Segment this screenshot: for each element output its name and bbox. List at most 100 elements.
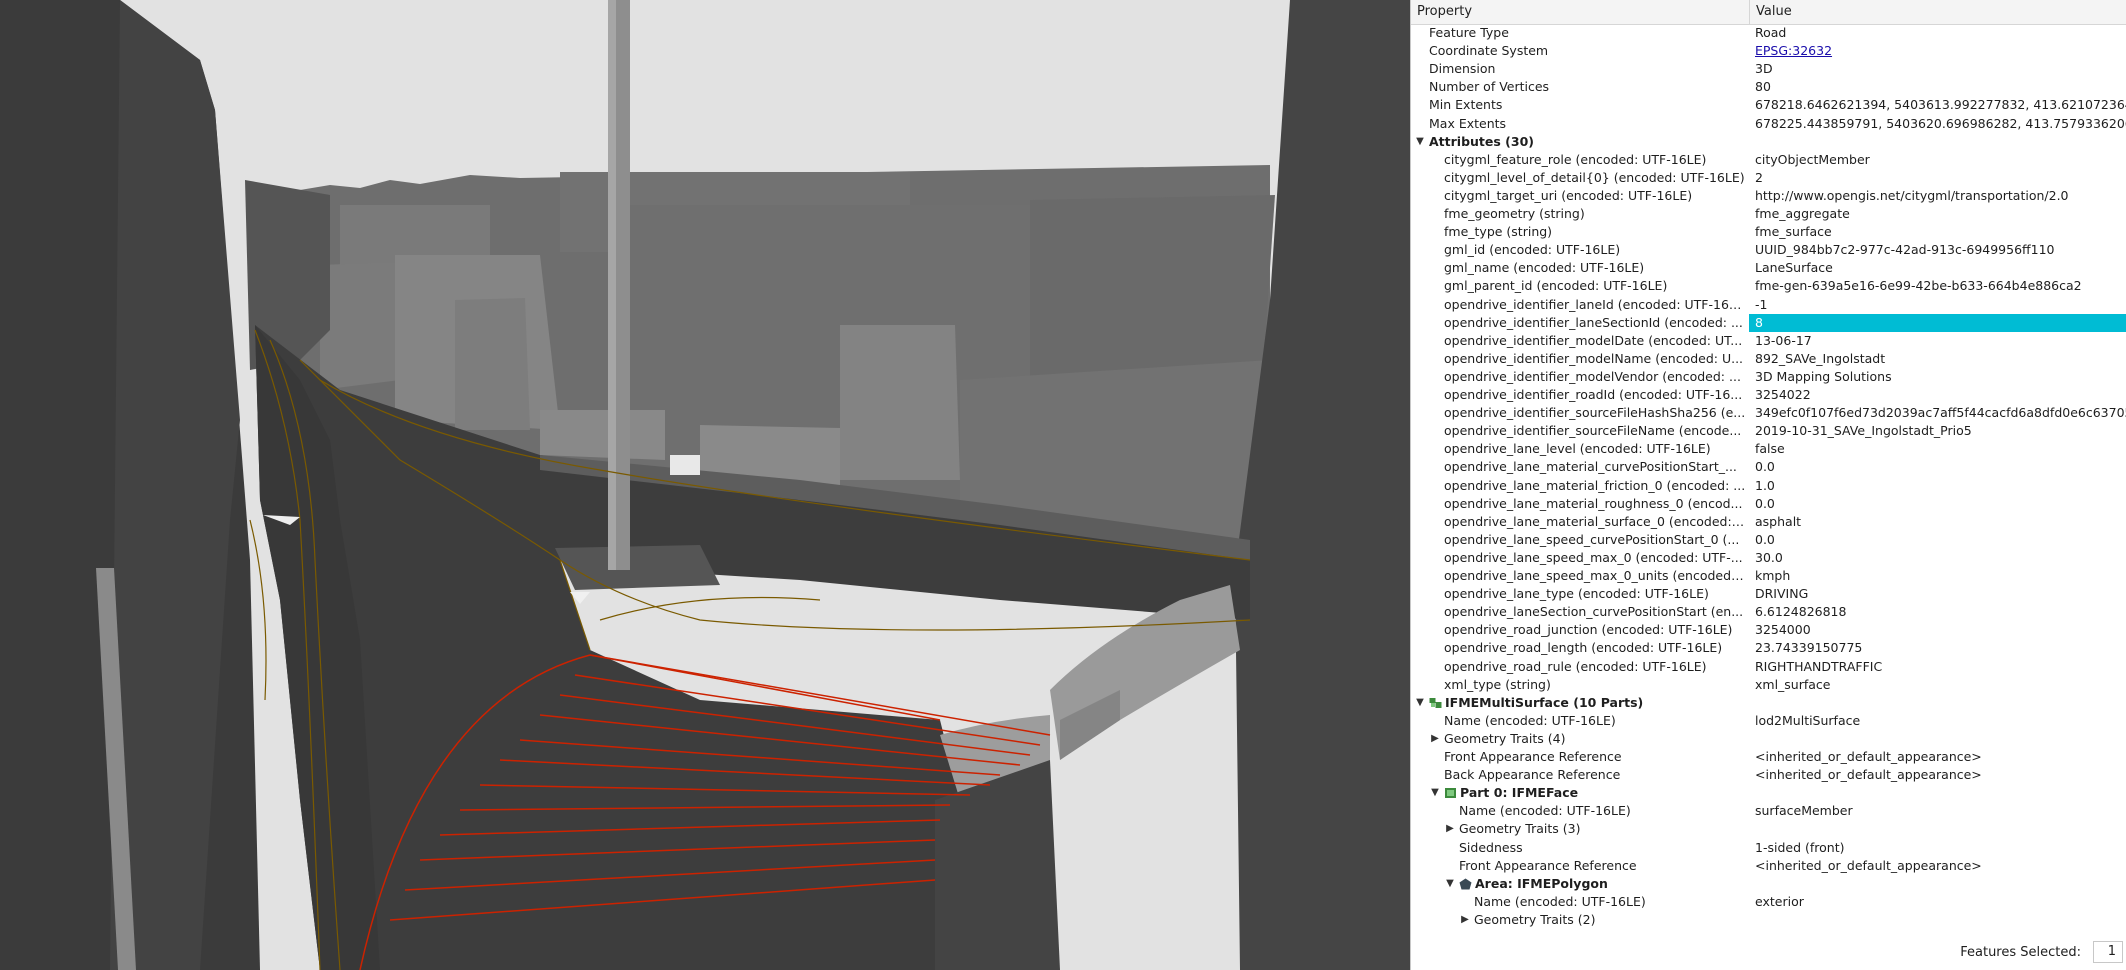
collapse-arrow-icon[interactable]: ▼: [1444, 875, 1456, 893]
tree-row[interactable]: opendrive_lane_level (encoded: UTF-16LE)…: [1411, 440, 2126, 458]
property-name: opendrive_lane_material_roughness_0 (enc…: [1444, 495, 1743, 511]
features-selected-label: Features Selected:: [1960, 945, 2081, 960]
collapse-arrow-icon[interactable]: ▼: [1414, 133, 1426, 151]
polygon-icon: [1459, 878, 1472, 890]
tree-row[interactable]: ▼ Attributes (30): [1411, 133, 2126, 151]
tree-row[interactable]: Max Extents 678225.443859791, 5403620.696…: [1411, 115, 2126, 133]
property-name: opendrive_identifier_modelDate (encoded:…: [1444, 332, 1743, 348]
property-value: 892_SAVe_Ingolstadt: [1755, 350, 1886, 366]
tree-row[interactable]: opendrive_laneSection_curvePositionStart…: [1411, 603, 2126, 621]
tree-row[interactable]: opendrive_lane_type (encoded: UTF-16LE) D…: [1411, 585, 2126, 603]
property-value: 2: [1755, 169, 1763, 185]
collapse-arrow-icon[interactable]: ▼: [1414, 694, 1426, 712]
property-name: opendrive_identifier_modelName (encoded:…: [1444, 350, 1744, 366]
tree-row[interactable]: ▼ IFMEMultiSurface (10 Parts): [1411, 694, 2126, 712]
property-name: Attributes (30): [1429, 133, 1534, 149]
tree-row[interactable]: opendrive_identifier_sourceFileHashSha25…: [1411, 404, 2126, 422]
tree-row[interactable]: Dimension 3D: [1411, 60, 2126, 78]
expand-arrow-icon[interactable]: ▶: [1429, 730, 1441, 748]
tree-row[interactable]: Front Appearance Reference <inherited_or_…: [1411, 748, 2126, 766]
collapse-arrow-icon[interactable]: ▼: [1429, 784, 1441, 802]
expand-arrow-icon[interactable]: ▶: [1459, 911, 1471, 929]
tree-row[interactable]: gml_parent_id (encoded: UTF-16LE) fme-gen…: [1411, 277, 2126, 295]
tree-row[interactable]: opendrive_identifier_laneSectionId (enco…: [1411, 313, 2126, 332]
property-name: fme_geometry (string): [1444, 206, 1585, 221]
property-name: Area: IFMEPolygon: [1475, 875, 1608, 891]
tree-row[interactable]: opendrive_lane_speed_max_0_units (encode…: [1411, 567, 2126, 585]
tree-row[interactable]: opendrive_lane_material_surface_0 (encod…: [1411, 513, 2126, 531]
property-value: <inherited_or_default_appearance>: [1755, 857, 1982, 873]
tree-row[interactable]: opendrive_lane_material_friction_0 (enco…: [1411, 477, 2126, 495]
tree-row[interactable]: opendrive_lane_material_roughness_0 (enc…: [1411, 495, 2126, 513]
property-name: Dimension: [1429, 61, 1496, 77]
tree-row[interactable]: opendrive_road_junction (encoded: UTF-16…: [1411, 621, 2126, 639]
value-column-header[interactable]: Value: [1749, 0, 2126, 24]
property-value: 0.0: [1755, 495, 1775, 511]
tree-row[interactable]: Number of Vertices 80: [1411, 78, 2126, 96]
tree-row[interactable]: Min Extents 678218.6462621394, 5403613.99…: [1411, 96, 2126, 114]
property-name: Geometry Traits (4): [1444, 730, 1566, 746]
property-name: opendrive_identifier_laneId (encoded: UT…: [1444, 296, 1747, 312]
tree-row[interactable]: gml_id (encoded: UTF-16LE) UUID_984bb7c2-…: [1411, 241, 2126, 259]
tree-row[interactable]: opendrive_lane_material_curvePositionSta…: [1411, 458, 2126, 476]
tree-row[interactable]: citygml_level_of_detail{0} (encoded: UTF…: [1411, 169, 2126, 187]
property-value: LaneSurface: [1755, 260, 1833, 276]
tree-row[interactable]: xml_type (string) xml_surface: [1411, 676, 2126, 694]
tree-row[interactable]: fme_geometry (string) fme_aggregate: [1411, 205, 2126, 223]
tree-row[interactable]: Name (encoded: UTF-16LE) lod2MultiSurface: [1411, 712, 2126, 730]
property-name: opendrive_lane_level (encoded: UTF-16LE): [1444, 441, 1711, 457]
tree-row[interactable]: opendrive_lane_speed_curvePositionStart_…: [1411, 531, 2126, 549]
property-name: Name (encoded: UTF-16LE): [1474, 893, 1646, 909]
tree-row[interactable]: opendrive_road_rule (encoded: UTF-16LE) R…: [1411, 658, 2126, 676]
tree-row[interactable]: opendrive_identifier_modelDate (encoded:…: [1411, 332, 2126, 350]
coordinate-system-link[interactable]: EPSG:32632: [1749, 42, 2126, 60]
tree-row[interactable]: Coordinate System EPSG:32632: [1411, 42, 2126, 60]
property-value: http://www.opengis.net/citygml/transport…: [1755, 187, 2069, 203]
property-value: UUID_984bb7c2-977c-42ad-913c-6949956ff11…: [1755, 242, 2055, 258]
tree-row[interactable]: Feature Type Road: [1411, 24, 2126, 42]
tree-row[interactable]: Front Appearance Reference <inherited_or_…: [1411, 857, 2126, 875]
property-value: 3254000: [1755, 622, 1811, 638]
tree-row[interactable]: gml_name (encoded: UTF-16LE) LaneSurface: [1411, 259, 2126, 277]
property-name: Min Extents: [1429, 97, 1503, 113]
tree-row[interactable]: citygml_target_uri (encoded: UTF-16LE) ht…: [1411, 187, 2126, 205]
tree-row[interactable]: Sidedness 1-sided (front): [1411, 839, 2126, 857]
property-value: -1: [1755, 296, 1768, 312]
tree-row[interactable]: fme_type (string) fme_surface: [1411, 223, 2126, 241]
tree-row[interactable]: ▼ Part 0: IFMEFace: [1411, 784, 2126, 802]
property-name: Name (encoded: UTF-16LE): [1444, 712, 1616, 728]
tree-row[interactable]: ▶ Geometry Traits (4): [1411, 730, 2126, 748]
property-column-header[interactable]: Property: [1417, 0, 1472, 24]
tree-row[interactable]: Name (encoded: UTF-16LE) surfaceMember: [1411, 802, 2126, 820]
property-name: gml_id (encoded: UTF-16LE): [1444, 242, 1621, 258]
tree-row[interactable]: Back Appearance Reference <inherited_or_d…: [1411, 766, 2126, 784]
tree-row[interactable]: opendrive_identifier_modelName (encoded:…: [1411, 350, 2126, 368]
tree-row[interactable]: opendrive_road_length (encoded: UTF-16LE…: [1411, 639, 2126, 657]
property-name: Max Extents: [1429, 115, 1507, 131]
selected-value-cell[interactable]: 8: [1749, 313, 2126, 332]
tree-row[interactable]: opendrive_lane_speed_max_0 (encoded: UTF…: [1411, 549, 2126, 567]
property-name: opendrive_lane_speed_max_0_units (encode…: [1444, 568, 1747, 583]
tree-row[interactable]: ▼ Area: IFMEPolygon: [1411, 875, 2126, 893]
tree-row[interactable]: Name (encoded: UTF-16LE) exterior: [1411, 893, 2126, 911]
tree-row[interactable]: ▶ Geometry Traits (2): [1411, 911, 2126, 929]
tree-row[interactable]: opendrive_identifier_roadId (encoded: UT…: [1411, 386, 2126, 404]
property-value: fme_aggregate: [1755, 206, 1850, 221]
property-name: xml_type (string): [1444, 676, 1551, 692]
property-name: Coordinate System: [1429, 43, 1549, 59]
property-value: 1-sided (front): [1755, 839, 1845, 855]
property-name: opendrive_road_rule (encoded: UTF-16LE): [1444, 658, 1707, 674]
tree-row[interactable]: opendrive_identifier_sourceFileName (enc…: [1411, 422, 2126, 440]
tree-row[interactable]: ▶ Geometry Traits (3): [1411, 820, 2126, 838]
property-name: opendrive_lane_material_curvePositionSta…: [1444, 459, 1737, 475]
tree-row[interactable]: citygml_feature_role (encoded: UTF-16LE)…: [1411, 151, 2126, 169]
property-value: RIGHTHANDTRAFFIC: [1755, 658, 1883, 674]
property-name: Geometry Traits (2): [1474, 911, 1596, 927]
property-value: 6.6124826818: [1755, 604, 1847, 620]
tree-row[interactable]: opendrive_identifier_laneId (encoded: UT…: [1411, 296, 2126, 314]
expand-arrow-icon[interactable]: ▶: [1444, 820, 1456, 838]
3d-viewport[interactable]: [0, 0, 1410, 970]
property-name: Front Appearance Reference: [1459, 857, 1637, 873]
property-value: 80: [1755, 79, 1771, 95]
tree-row[interactable]: opendrive_identifier_modelVendor (encode…: [1411, 368, 2126, 386]
